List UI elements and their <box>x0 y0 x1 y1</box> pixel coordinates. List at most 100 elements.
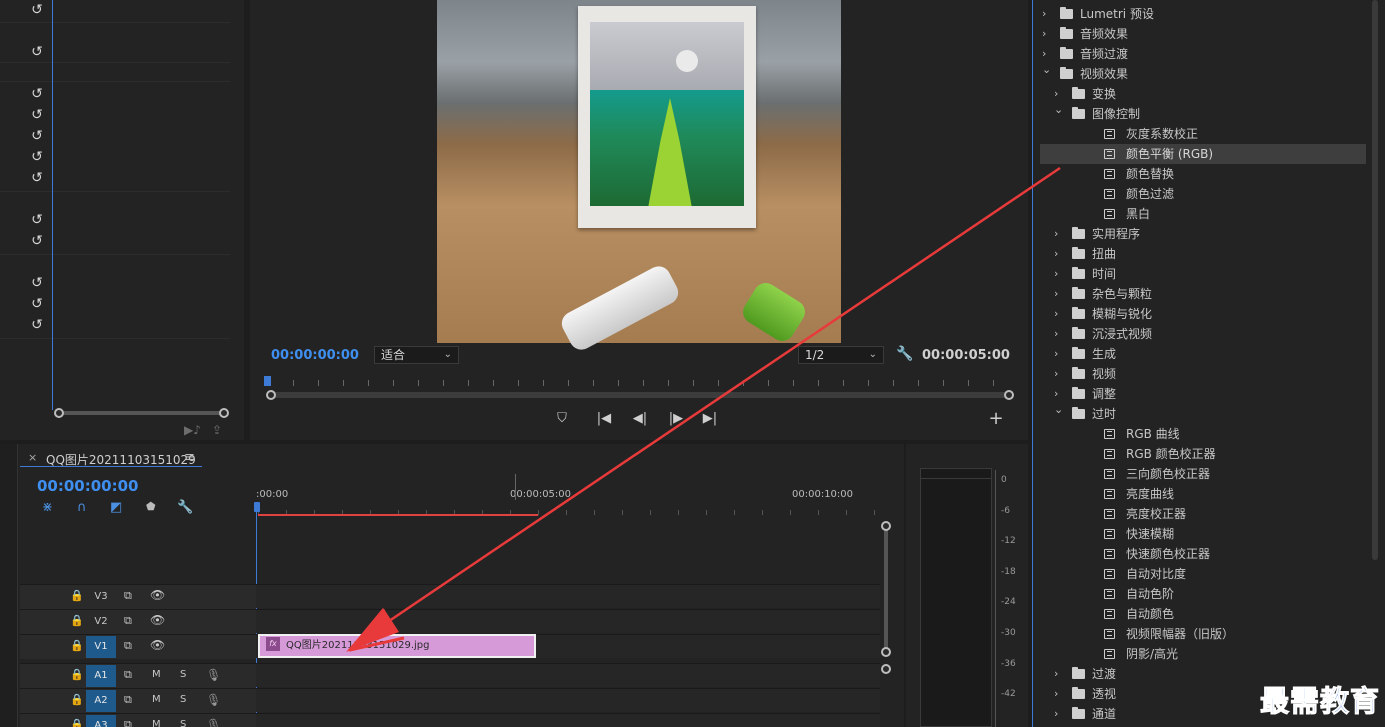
reset-parameter-icon[interactable]: ↺ <box>29 107 45 123</box>
effects-scrollbar[interactable] <box>1372 0 1378 560</box>
effects-folder[interactable]: › 时间 <box>1040 264 1366 284</box>
effects-folder[interactable]: ⌄ 图像控制 <box>1040 103 1366 124</box>
lock-icon[interactable]: 🔒 <box>70 639 84 652</box>
track-target-toggle[interactable]: A1 <box>86 665 116 687</box>
monitor-time-ruler[interactable] <box>268 376 1012 388</box>
effect-item[interactable]: 自动颜色 <box>1040 604 1366 624</box>
reset-parameter-icon[interactable]: ↺ <box>29 44 45 60</box>
add-button-icon[interactable]: + <box>986 410 1006 428</box>
mute-button[interactable]: M <box>152 694 161 705</box>
effects-folder[interactable]: › 实用程序 <box>1040 224 1366 244</box>
effect-item[interactable]: 黑白 <box>1040 204 1366 224</box>
microphone-icon[interactable]: 🎙 <box>206 693 221 707</box>
effects-folder[interactable]: › 杂色与颗粒 <box>1040 284 1366 304</box>
track-row[interactable]: 🔒 A2 ⧉ M S 🎙 <box>20 688 880 713</box>
work-area-bar[interactable] <box>258 514 538 516</box>
eye-icon[interactable]: 👁 <box>150 588 165 602</box>
reset-parameter-icon[interactable]: ↺ <box>29 149 45 165</box>
effect-item[interactable]: RGB 曲线 <box>1040 424 1366 444</box>
sync-lock-icon[interactable]: ⧉ <box>124 614 132 628</box>
zoom-start-handle[interactable] <box>266 390 276 400</box>
chevron-right-icon[interactable]: › <box>1054 284 1064 304</box>
vscroll-bottom-handle[interactable] <box>881 647 891 657</box>
effects-folder[interactable]: › 视频 <box>1040 364 1366 384</box>
reset-parameter-icon[interactable]: ↺ <box>29 233 45 249</box>
effect-item[interactable]: 三向颜色校正器 <box>1040 464 1366 484</box>
sync-lock-icon[interactable]: ⧉ <box>124 589 132 603</box>
sync-lock-icon[interactable]: ⧉ <box>124 639 132 653</box>
effect-controls-scrollbar[interactable] <box>58 411 224 415</box>
step-back-icon[interactable]: ◀| <box>630 410 650 428</box>
reset-parameter-icon[interactable]: ↺ <box>29 275 45 291</box>
eye-icon[interactable]: 👁 <box>150 638 165 652</box>
eye-icon[interactable]: 👁 <box>150 613 165 627</box>
chevron-right-icon[interactable]: › <box>1042 24 1052 44</box>
chevron-right-icon[interactable]: › <box>1054 304 1064 324</box>
chevron-right-icon[interactable]: › <box>1054 704 1064 724</box>
effect-item[interactable]: 颜色过滤 <box>1040 184 1366 204</box>
timeline-vertical-scrollbar[interactable] <box>884 526 888 654</box>
snap-icon[interactable]: ⋇ <box>42 500 53 515</box>
effect-controls-playhead[interactable] <box>52 0 53 410</box>
effects-folder[interactable]: ⌄ 视频效果 <box>1040 63 1366 84</box>
solo-button[interactable]: S <box>180 694 186 705</box>
reset-parameter-icon[interactable]: ↺ <box>29 2 45 18</box>
chevron-right-icon[interactable]: › <box>1054 224 1064 244</box>
mute-button[interactable]: M <box>152 719 161 727</box>
effect-item[interactable]: 快速模糊 <box>1040 524 1366 544</box>
export-icon[interactable]: ⇪ <box>212 423 222 437</box>
track-target-toggle[interactable]: V2 <box>86 611 116 633</box>
step-forward-icon[interactable]: |▶ <box>666 410 686 428</box>
effect-item[interactable]: 灰度系数校正 <box>1040 124 1366 144</box>
fx-badge-icon[interactable]: fx <box>266 637 280 651</box>
effect-item[interactable]: 快速颜色校正器 <box>1040 544 1366 564</box>
close-icon[interactable]: × <box>28 451 37 464</box>
sync-lock-icon[interactable]: ⧉ <box>124 718 132 727</box>
wrench-icon[interactable]: 🔧 <box>177 500 193 515</box>
effects-folder[interactable]: ⌄ 过时 <box>1040 403 1366 424</box>
effect-item[interactable]: RGB 颜色校正器 <box>1040 444 1366 464</box>
track-target-toggle[interactable]: V1 <box>86 636 116 658</box>
chevron-right-icon[interactable]: › <box>1054 344 1064 364</box>
effect-item[interactable]: 自动对比度 <box>1040 564 1366 584</box>
effect-item[interactable]: 颜色替换 <box>1040 164 1366 184</box>
play-audio-icon[interactable]: ▶♪ <box>184 423 201 437</box>
chevron-right-icon[interactable]: › <box>1054 364 1064 384</box>
effects-folder[interactable]: › 调整 <box>1040 384 1366 404</box>
audio-vscroll-handle[interactable] <box>881 664 891 674</box>
effects-folder[interactable]: › 变换 <box>1040 84 1366 104</box>
menu-icon[interactable]: ≡ <box>184 450 195 465</box>
linked-selection-icon[interactable]: ◩ <box>110 500 122 515</box>
effect-item[interactable]: 颜色平衡 (RGB) <box>1040 144 1366 164</box>
chevron-right-icon[interactable]: › <box>1054 324 1064 344</box>
reset-parameter-icon[interactable]: ↺ <box>29 86 45 102</box>
fit-dropdown[interactable]: 适合 ⌄ <box>374 346 459 364</box>
chevron-right-icon[interactable]: › <box>1054 664 1064 684</box>
wrench-icon[interactable]: 🔧 <box>896 346 913 362</box>
current-timecode[interactable]: 00:00:00:00 <box>271 348 359 363</box>
track-row[interactable]: 🔒 V2 ⧉ 👁 <box>20 609 880 634</box>
reset-parameter-icon[interactable]: ↺ <box>29 128 45 144</box>
go-to-in-icon[interactable]: |◀ <box>594 410 614 428</box>
monitor-playhead[interactable] <box>264 376 271 386</box>
lock-icon[interactable]: 🔒 <box>70 668 84 681</box>
effect-item[interactable]: 阴影/高光 <box>1040 644 1366 664</box>
marker-icon[interactable]: ⬟ <box>146 500 156 513</box>
sync-lock-icon[interactable]: ⧉ <box>124 693 132 707</box>
chevron-right-icon[interactable]: › <box>1054 244 1064 264</box>
reset-parameter-icon[interactable]: ↺ <box>29 296 45 312</box>
zoom-end-handle[interactable] <box>1004 390 1014 400</box>
vscroll-top-handle[interactable] <box>881 521 891 531</box>
lock-icon[interactable]: 🔒 <box>70 693 84 706</box>
track-target-toggle[interactable]: A2 <box>86 690 116 712</box>
effects-folder[interactable]: › 生成 <box>1040 344 1366 364</box>
track-row[interactable]: 🔒 A1 ⧉ M S 🎙 <box>20 663 880 688</box>
reset-parameter-icon[interactable]: ↺ <box>29 170 45 186</box>
go-to-out-icon[interactable]: ▶| <box>700 410 720 428</box>
effects-folder[interactable]: › 模糊与锐化 <box>1040 304 1366 324</box>
effects-folder[interactable]: › 沉浸式视频 <box>1040 324 1366 344</box>
magnet-icon[interactable]: ∩ <box>77 500 87 515</box>
microphone-icon[interactable]: 🎙 <box>206 718 221 727</box>
chevron-right-icon[interactable]: › <box>1054 264 1064 284</box>
chevron-down-icon[interactable]: ⌄ <box>1042 60 1052 80</box>
